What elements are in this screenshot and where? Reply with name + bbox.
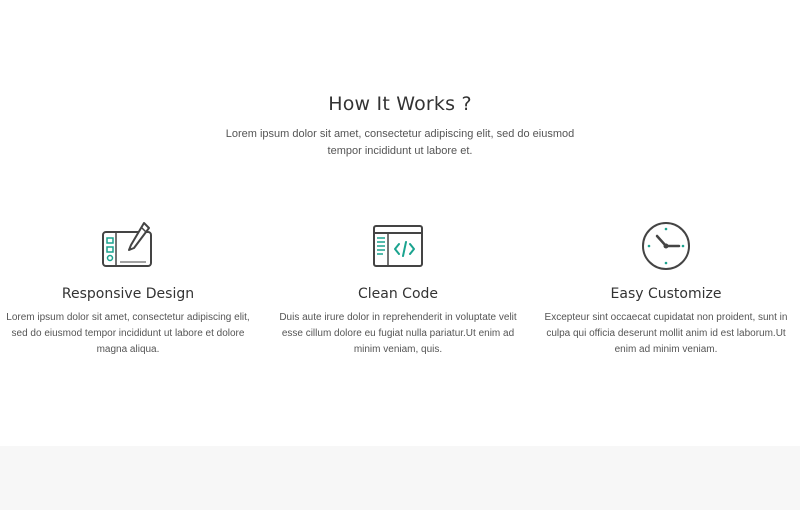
next-section-band <box>0 446 800 510</box>
code-window-icon <box>373 225 423 267</box>
feature-title: Easy Customize <box>610 286 722 302</box>
feature-title: Clean Code <box>357 286 439 302</box>
feature-text: Duis aute irure dolor in reprehenderit i… <box>279 312 517 355</box>
feature-responsive-design: Responsive Design Lorem ipsum dolor sit … <box>0 220 256 358</box>
how-it-works-section: How It Works ? Lorem ipsum dolor sit ame… <box>0 0 800 446</box>
section-lead: Lorem ipsum dolor sit amet, consectetur … <box>225 128 575 157</box>
feature-title: Responsive Design <box>61 286 195 302</box>
section-title: How It Works ? <box>328 93 472 115</box>
feature-easy-customize: Easy Customize Excepteur sint occaecat c… <box>538 220 794 358</box>
clock-icon <box>642 222 690 270</box>
feature-text: Lorem ipsum dolor sit amet, consectetur … <box>6 312 250 355</box>
feature-text: Excepteur sint occaecat cupidatat non pr… <box>544 312 788 355</box>
feature-clean-code: Clean Code Duis aute irure dolor in repr… <box>270 220 526 358</box>
tablet-pen-icon <box>102 222 152 267</box>
